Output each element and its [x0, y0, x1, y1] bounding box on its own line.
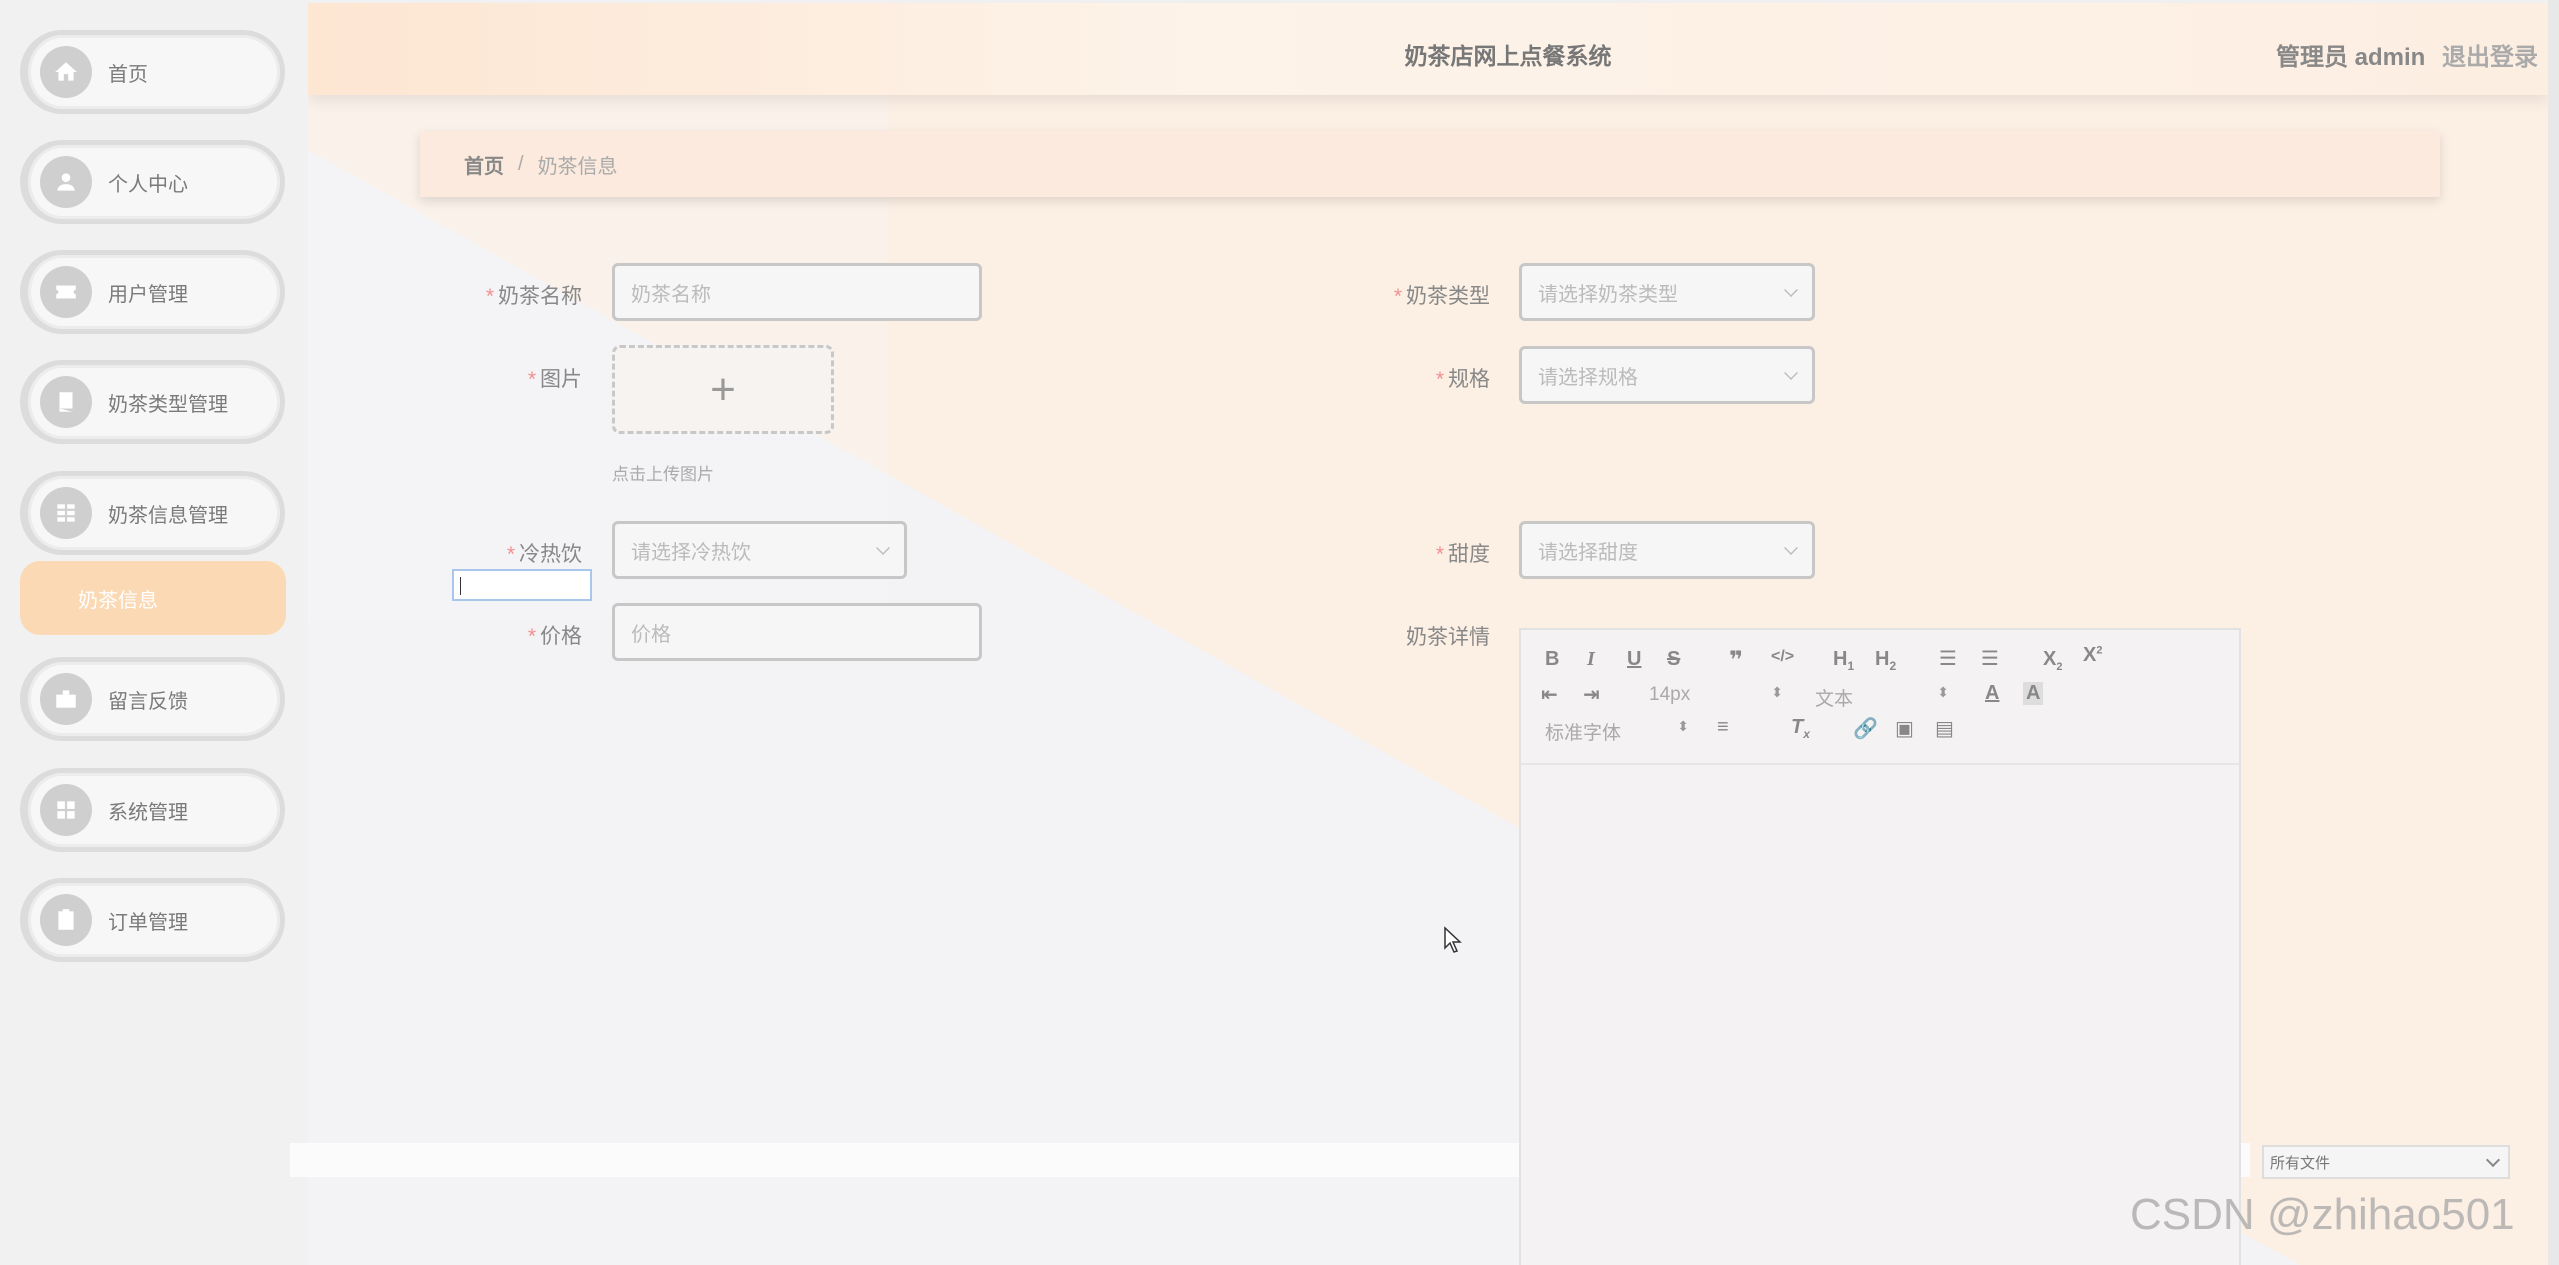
font-color-icon[interactable]: A — [1985, 682, 1999, 705]
ordered-list-icon[interactable]: ☰ — [1939, 646, 1957, 671]
breadcrumb-separator: / — [518, 152, 524, 175]
sidebar-item-feedback[interactable]: 留言反馈 — [20, 657, 285, 741]
logout-link[interactable]: 退出登录 — [2442, 44, 2538, 71]
chevron-down-icon — [1784, 366, 1798, 380]
sidebar-subitem-tea-info[interactable]: 奶茶信息 — [20, 561, 286, 635]
sidebar-item-system-management[interactable]: 系统管理 — [20, 768, 285, 852]
sidebar-item-home[interactable]: 首页 — [20, 30, 285, 114]
app-title: 奶茶店网上点餐系统 — [1404, 43, 1612, 69]
sidebar-item-order-management[interactable]: 订单管理 — [20, 878, 285, 962]
background-color-icon[interactable]: A — [2023, 682, 2044, 705]
font-size-select[interactable]: 14px ⬍ — [1649, 684, 1783, 706]
detail-label: 奶茶详情 — [1406, 626, 1490, 649]
bold-icon[interactable]: B — [1545, 648, 1559, 671]
grid-icon — [40, 487, 92, 539]
updown-arrows-icon: ⬍ — [1677, 718, 1689, 734]
underline-icon[interactable]: U — [1627, 648, 1641, 671]
watermark: CSDN @zhihao501 — [2130, 1190, 2515, 1239]
superscript-icon[interactable]: X2 — [2083, 644, 2102, 667]
breadcrumb-home[interactable]: 首页 — [464, 150, 504, 179]
bullet-list-icon[interactable]: ☰ — [1981, 646, 1999, 671]
book-icon — [40, 376, 92, 428]
updown-arrows-icon: ⬍ — [1937, 684, 1949, 700]
tea-type-select[interactable]: 请选择奶茶类型 — [1519, 263, 1815, 321]
focused-text-field[interactable] — [452, 569, 592, 601]
font-family-select[interactable]: 标准字体 ⬍ — [1545, 718, 1689, 745]
indent-icon[interactable]: ⇥ — [1583, 682, 1600, 707]
sidebar-item-tea-type-management[interactable]: 奶茶类型管理 — [20, 360, 285, 444]
chevron-down-icon — [876, 541, 890, 555]
sidebar-item-label: 个人中心 — [108, 173, 188, 196]
clear-format-icon[interactable]: Tx — [1791, 716, 1810, 741]
editor-toolbar: B I U S ❞ </> H1 H2 ☰ ☰ X2 X2 ⇤ ⇥ 14px ⬍… — [1521, 630, 2239, 765]
header-user-area: 管理员 admin 退出登录 — [2266, 37, 2538, 72]
upload-hint: 点击上传图片 — [612, 465, 714, 484]
spec-select[interactable]: 请选择规格 — [1519, 346, 1815, 404]
sidebar-item-label: 奶茶信息管理 — [108, 504, 228, 527]
sidebar-item-personal-center[interactable]: 个人中心 — [20, 140, 285, 224]
video-icon[interactable]: ▤ — [1935, 716, 1954, 741]
outdent-icon[interactable]: ⇤ — [1541, 682, 1558, 707]
admin-username: 管理员 admin — [2275, 44, 2426, 71]
temp-label: * 冷热饮 — [506, 543, 582, 566]
sidebar-item-label: 用户管理 — [108, 283, 188, 306]
top-header: 奶茶店网上点餐系统 管理员 admin 退出登录 — [308, 3, 2548, 95]
sidebar: 首页 个人中心 用户管理 奶茶类型管理 奶茶信息管理 奶茶信息 留言反馈 系统管… — [0, 0, 308, 1265]
chevron-down-icon — [2485, 1152, 2501, 1168]
image-icon[interactable]: ▣ — [1895, 716, 1914, 741]
sidebar-item-label: 留言反馈 — [108, 690, 188, 713]
price-label: * 价格 — [527, 625, 582, 648]
name-label: * 奶茶名称 — [485, 285, 582, 308]
breadcrumb-current: 奶茶信息 — [537, 155, 618, 178]
paragraph-format-select[interactable]: 文本 ⬍ — [1815, 684, 1949, 711]
link-icon[interactable]: 🔗 — [1853, 716, 1878, 741]
spec-label: * 规格 — [1435, 368, 1490, 391]
ticket-icon — [40, 266, 92, 318]
image-upload-button[interactable]: + — [612, 345, 834, 434]
plus-icon: + — [710, 364, 736, 414]
chevron-down-icon — [1784, 541, 1798, 555]
user-icon — [40, 156, 92, 208]
apps-icon — [40, 784, 92, 836]
clipboard-icon — [40, 894, 92, 946]
mouse-cursor-icon — [1444, 926, 1462, 953]
sweetness-select[interactable]: 请选择甜度 — [1519, 521, 1815, 579]
code-block-icon[interactable]: </> — [1771, 648, 1794, 666]
sidebar-item-user-management[interactable]: 用户管理 — [20, 250, 285, 334]
header1-icon[interactable]: H1 — [1833, 648, 1854, 673]
tea-name-input[interactable]: 奶茶名称 — [612, 263, 982, 321]
sidebar-item-label: 订单管理 — [108, 911, 188, 934]
type-label: * 奶茶类型 — [1393, 285, 1490, 308]
header2-icon[interactable]: H2 — [1875, 648, 1896, 673]
price-input[interactable]: 价格 — [612, 603, 982, 661]
sidebar-item-label: 首页 — [108, 63, 148, 86]
home-icon — [40, 46, 92, 98]
rich-text-editor: B I U S ❞ </> H1 H2 ☰ ☰ X2 X2 ⇤ ⇥ 14px ⬍… — [1519, 628, 2241, 1265]
sidebar-item-tea-info-management[interactable]: 奶茶信息管理 — [20, 471, 285, 555]
breadcrumb: 首页 / 奶茶信息 — [420, 131, 2440, 197]
chevron-down-icon — [1784, 283, 1798, 297]
sidebar-item-label: 奶茶类型管理 — [108, 393, 228, 416]
subscript-icon[interactable]: X2 — [2043, 648, 2062, 673]
scrollbar[interactable] — [2548, 0, 2559, 1265]
strikethrough-icon[interactable]: S — [1667, 648, 1680, 671]
file-type-select[interactable]: 所有文件 — [2262, 1145, 2510, 1179]
blockquote-icon[interactable]: ❞ — [1729, 646, 1743, 675]
align-icon[interactable]: ≡ — [1717, 716, 1729, 739]
sidebar-item-label: 系统管理 — [108, 801, 188, 824]
briefcase-icon — [40, 673, 92, 725]
sweetness-label: * 甜度 — [1435, 543, 1490, 566]
updown-arrows-icon: ⬍ — [1771, 684, 1783, 700]
temp-select[interactable]: 请选择冷热饮 — [612, 521, 907, 579]
italic-icon[interactable]: I — [1587, 648, 1595, 671]
image-label: * 图片 — [527, 368, 582, 391]
